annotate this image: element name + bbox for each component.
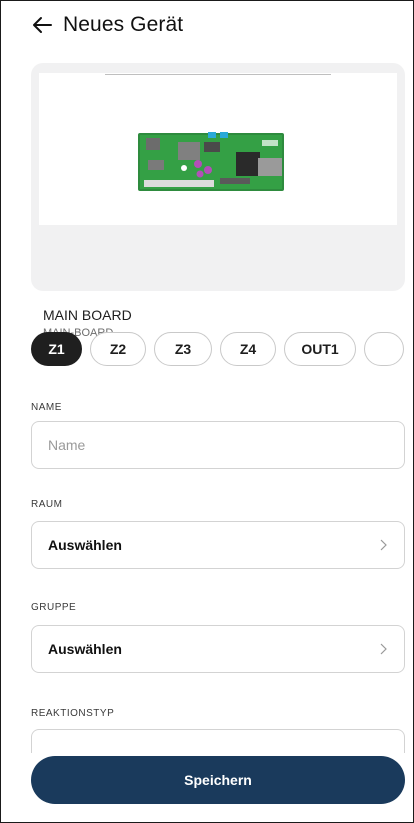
app-bar: Neues Gerät [31,13,183,37]
group-label: GRUPPE [31,602,77,613]
room-select[interactable]: Auswählen [31,521,405,569]
room-select-value: Auswählen [48,537,122,553]
room-label: RAUM [31,499,63,510]
name-label: NAME [31,402,62,413]
arrow-left-icon[interactable] [31,14,53,36]
chevron-right-icon [380,539,387,551]
group-select-value: Auswählen [48,641,122,657]
tab-z1[interactable]: Z1 [31,332,82,366]
tab-z3[interactable]: Z3 [154,332,212,366]
zone-tabs: Z1 Z2 Z3 Z4 OUT1 [31,332,404,366]
tab-z4[interactable]: Z4 [220,332,276,366]
page-title: Neues Gerät [63,13,184,36]
device-image-container [39,73,397,225]
save-button[interactable]: Speichern [31,756,405,804]
circuit-board-image [138,132,284,191]
device-name: MAIN BOARD [43,307,132,323]
chevron-right-icon [380,643,387,655]
name-field[interactable] [31,421,405,469]
screen: Neues Gerät MAIN BOARD MAIN-BOARD Z1 Z2 … [0,0,414,823]
name-input[interactable] [48,437,388,453]
tab-z2[interactable]: Z2 [90,332,146,366]
reaction-type-select[interactable] [31,729,405,753]
tab-out1[interactable]: OUT1 [284,332,356,366]
group-select[interactable]: Auswählen [31,625,405,673]
device-card: MAIN BOARD MAIN-BOARD [31,63,405,339]
divider [105,74,331,75]
reaction-type-label: REAKTIONSTYP [31,708,115,719]
tab-next-partial[interactable] [364,332,404,366]
